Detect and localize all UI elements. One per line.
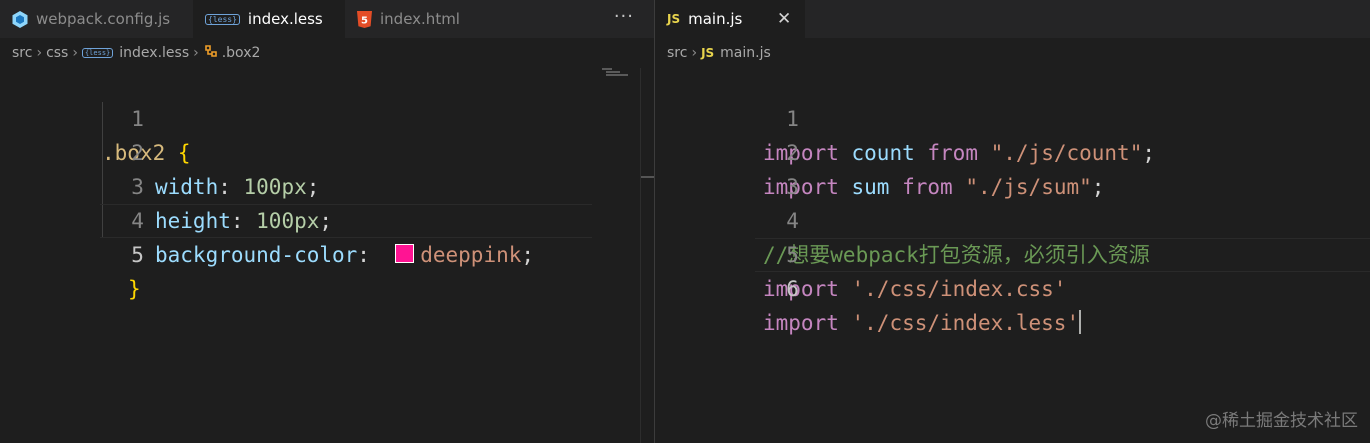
tab-webpack-config[interactable]: webpack.config.js [0,0,193,38]
breadcrumb-src[interactable]: src [12,45,32,61]
vertical-scrollbar[interactable] [640,68,655,443]
breadcrumb-src[interactable]: src [667,45,687,61]
color-swatch[interactable] [395,244,415,263]
tab-main-js[interactable]: JS main.js ✕ [655,0,805,38]
less-icon: {less} [81,48,114,58]
more-actions-button[interactable]: ··· [614,6,634,27]
code-line: 3 height: 100px; [0,136,654,233]
string-literal: './css/index.css' [851,277,1067,301]
chevron-right-icon: › [72,45,78,61]
close-icon[interactable]: ✕ [777,9,791,29]
code-line: 5 } [0,204,654,301]
chevron-right-icon: › [691,45,698,61]
chevron-right-icon: › [36,45,43,61]
code-line: 4 background-color: deeppink; [0,170,654,267]
code-editor[interactable]: 1 .box2 { 2 width: 100px; 3 height: 100p… [0,68,654,443]
code-line: 2 width: 100px; [0,102,654,199]
code-line: 2 import sum from "./js/sum"; [655,102,1370,199]
code-line: 1 .box2 { [0,68,654,165]
breadcrumb: src › css › {less} index.less › .box2 [0,38,654,68]
minimap[interactable] [600,68,640,78]
css-value: deeppink [420,243,522,267]
tab-label: index.less [247,10,323,28]
line-number: 5 [131,243,144,267]
breadcrumb-css[interactable]: css [46,45,68,61]
right-editor-pane: JS main.js ✕ src › JS main.js 1 import c… [655,0,1370,443]
code-editor[interactable]: 1 import count from "./js/count"; 2 impo… [655,68,1370,443]
code-line: 1 import count from "./js/count"; [655,68,1370,165]
breadcrumb-file[interactable]: main.js [720,45,771,61]
tab-index-less[interactable]: {less} index.less [193,0,345,38]
code-line: 5 import './css/index.css' [655,204,1370,301]
tab-index-html[interactable]: 5 index.html [345,0,520,38]
tab-label: main.js [688,10,743,28]
js-icon: JS [701,46,715,60]
code-line: 3 [655,136,1370,199]
breadcrumb-symbol[interactable]: .box2 [222,45,261,61]
symbol-class-icon [203,43,219,63]
html5-icon: 5 [357,10,372,28]
breadcrumb: src › JS main.js [655,38,1370,68]
string-literal: './css/index.less' [851,311,1080,335]
close-brace: } [128,277,141,301]
svg-text:5: 5 [361,15,368,26]
breadcrumb-file[interactable]: index.less [119,45,189,61]
chevron-right-icon: › [193,45,199,61]
watermark: @稀土掘金技术社区 [1205,411,1358,431]
tab-label: webpack.config.js [36,10,171,28]
tab-label: index.html [380,10,460,28]
code-line: 4 //想要webpack打包资源，必须引入资源 [655,170,1370,267]
line-number: 6 [786,277,799,301]
right-tab-bar: JS main.js ✕ [655,0,1370,38]
text-cursor [1079,310,1082,334]
webpack-icon [12,10,28,28]
scrollbar-thumb[interactable] [641,176,655,178]
less-icon: {less} [205,13,240,25]
js-icon: JS [667,12,681,26]
css-property: background-color [155,243,358,267]
left-tab-bar: webpack.config.js {less} index.less 5 in… [0,0,654,38]
left-editor-pane: webpack.config.js {less} index.less 5 in… [0,0,655,443]
keyword: import [763,311,839,335]
code-line: 6 import './css/index.less' [655,238,1370,335]
